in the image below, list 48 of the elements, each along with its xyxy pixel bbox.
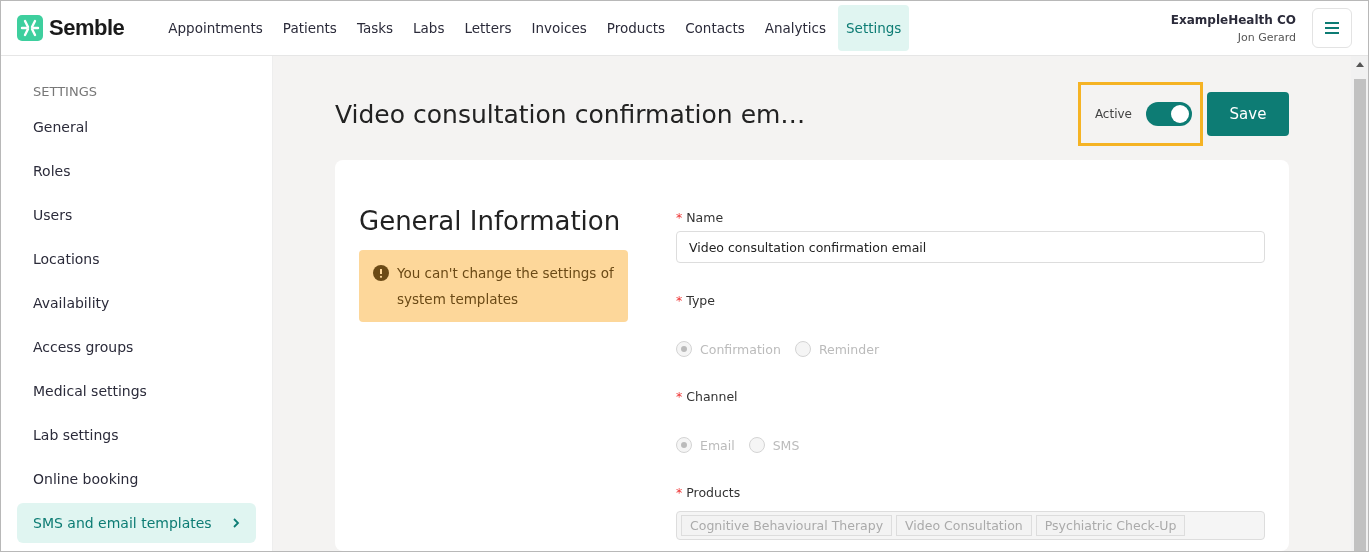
chevron-icon — [232, 517, 240, 529]
field-label: * Channel — [676, 387, 739, 406]
sidebar-item[interactable]: Access groups — [17, 327, 256, 367]
product-tag: Psychiatric Check-Up — [1035, 515, 1186, 536]
nav-tab[interactable]: Products — [598, 5, 674, 51]
nav-tab[interactable]: Patients — [274, 5, 345, 51]
required-mark: * — [676, 388, 683, 404]
organisation-name: ExampleHealth CO — [1170, 12, 1296, 27]
sidebar-item[interactable]: Users — [17, 195, 256, 235]
name-field[interactable]: Video consultation confirmation email — [676, 231, 1265, 263]
field-label: * Type — [676, 291, 716, 310]
nav-tab[interactable]: Analytics — [756, 5, 835, 51]
menu-button[interactable] — [1312, 8, 1352, 48]
field-label: * Products — [676, 483, 742, 502]
active-toggle[interactable] — [1146, 102, 1192, 126]
nav-tab[interactable]: Invoices — [523, 5, 595, 51]
required-mark: * — [676, 484, 683, 500]
nav-tab[interactable]: Contacts — [677, 5, 753, 51]
sidebar-item[interactable]: Online booking — [17, 459, 256, 499]
nav-tab[interactable]: Labs — [405, 5, 453, 51]
nav-tab[interactable]: Settings — [838, 5, 910, 51]
nav-tab[interactable]: Tasks — [348, 5, 402, 51]
required-mark: * — [676, 292, 683, 308]
menu-icon — [1324, 21, 1340, 35]
sidebar-item[interactable]: Roles — [17, 151, 256, 191]
sidebar-item[interactable]: Availability — [17, 283, 256, 323]
sidebar-item[interactable]: General — [17, 107, 256, 147]
field-label: * Name — [676, 208, 725, 227]
sidebar-item[interactable]: Locations — [17, 239, 256, 279]
sidebar-item[interactable]: Medical settings — [17, 371, 256, 411]
warning-icon — [373, 265, 389, 281]
sidebar-heading: SETTINGS — [32, 84, 98, 101]
section-title: General Information — [359, 206, 622, 236]
page-title: Video consultation confirmation em… — [335, 99, 806, 129]
product-tag: Cognitive Behavioural Therapy — [681, 515, 893, 536]
active-label: Active — [1094, 107, 1132, 121]
user-name: Jon Gerard — [1237, 30, 1296, 44]
product-tag: Video Consultation — [896, 515, 1032, 536]
required-mark: * — [676, 209, 683, 225]
brand-name: Semble — [49, 15, 125, 41]
sidebar-item[interactable]: Lab settings — [17, 415, 256, 455]
sidebar-item[interactable]: SMS and email templates — [17, 503, 256, 543]
logo-icon — [17, 15, 43, 41]
nav-tab[interactable]: Letters — [456, 5, 520, 51]
nav-tab[interactable]: Appointments — [160, 5, 271, 51]
scroll-up-icon[interactable] — [1355, 62, 1364, 67]
save-button[interactable]: Save — [1207, 92, 1289, 136]
notice-text: You can't change the settings of system templates — [397, 264, 615, 309]
